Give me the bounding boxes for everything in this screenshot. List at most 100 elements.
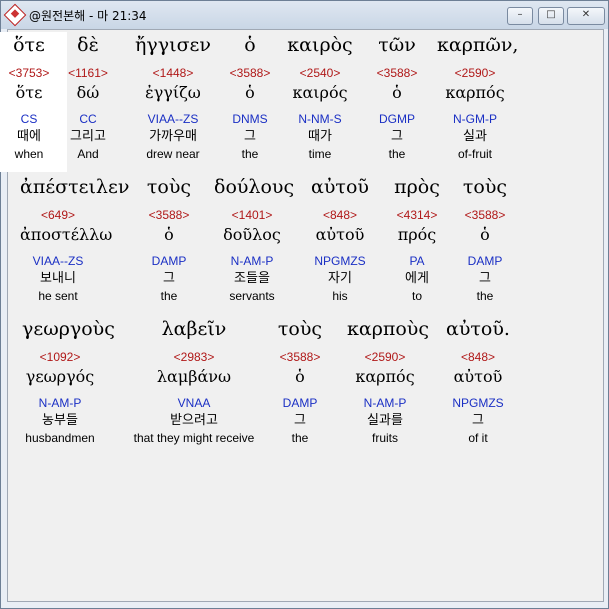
- word-num: <848>: [322, 208, 358, 222]
- window-title: @원전본해 - 마 21:34: [29, 9, 147, 23]
- word-cell[interactable]: ὁ <3588> ὁ DNMS 그 the: [212, 32, 288, 162]
- word-cell[interactable]: καρποὺς <2590> καρπός N-AM-P 실과를 fruits: [347, 316, 429, 446]
- word-lemma: δοῦλος: [223, 225, 281, 244]
- close-button[interactable]: ✕: [567, 7, 605, 25]
- word-parse: N-AM-P: [230, 254, 274, 268]
- word-cell[interactable]: τοὺς <3588> ὁ DAMP 그 the: [262, 316, 338, 446]
- word-eng: And: [77, 147, 99, 161]
- word-eng: the: [388, 147, 406, 161]
- word-parse: N-GM-P: [453, 112, 497, 126]
- word-kor: 실과를: [367, 413, 403, 428]
- word-greek: τοὺς: [462, 176, 508, 198]
- word-kor: 농부들: [42, 413, 78, 428]
- word-greek: αὐτοῦ: [311, 176, 369, 198]
- word-greek: αὐτοῦ.: [446, 318, 510, 340]
- word-greek: τοὺς: [146, 176, 192, 198]
- word-num: <1161>: [68, 66, 108, 80]
- word-cell[interactable]: δούλους <1401> δοῦλος N-AM-P 조들을 servants: [214, 174, 295, 304]
- word-parse: DAMP: [151, 254, 187, 268]
- word-cell[interactable]: αὐτοῦ <848> αὐτοῦ NPGMZS 자기 his: [302, 174, 378, 304]
- word-cell[interactable]: ἤγγισεν <1448> ἐγγίζω VIAA--ZS 가까우매 drew near: [135, 32, 211, 162]
- word-eng: servants: [229, 289, 275, 303]
- word-num: <1448>: [152, 66, 194, 80]
- word-num: <2590>: [364, 350, 406, 364]
- word-eng: he sent: [38, 289, 78, 303]
- word-cell[interactable]: αὐτοῦ. <848> αὐτοῦ NPGMZS 그 of it: [440, 316, 516, 446]
- word-eng: time: [308, 147, 332, 161]
- word-num: <3588>: [464, 208, 506, 222]
- word-lemma: ὁ: [480, 225, 490, 244]
- word-kor: 그: [472, 413, 484, 428]
- word-greek: ἀπέστειλεν: [20, 176, 130, 198]
- word-greek: καιρὸς: [287, 34, 353, 56]
- word-cell[interactable]: καιρὸς <2540> καιρός N-NM-S 때가 time: [282, 32, 358, 162]
- word-eng: his: [332, 289, 348, 303]
- word-cell[interactable]: καρπῶν, <2590> καρπός N-GM-P 실과 of-fruit: [437, 32, 519, 162]
- word-eng: the: [476, 289, 494, 303]
- word-eng: that they might receive: [133, 431, 255, 445]
- word-num: <3588>: [279, 350, 321, 364]
- word-parse: NPGMZS: [452, 396, 504, 410]
- word-num: <2983>: [173, 350, 215, 364]
- word-cell[interactable]: πρὸς <4314> πρός PA 에게 to: [379, 174, 455, 304]
- word-greek: καρπῶν,: [437, 34, 519, 56]
- word-cell[interactable]: λαβεῖν <2983> λαμβάνω VNAA 받으려고 that they mig…: [119, 316, 269, 446]
- word-num: <4314>: [396, 208, 438, 222]
- word-parse: DGMP: [379, 112, 415, 126]
- word-kor: 에게: [405, 271, 429, 286]
- word-kor: 받으려고: [170, 413, 218, 428]
- app-window: @원전본해 - 마 21:34 – □ ✕ ὅτε <3753> ὅτε CS 때에 wh…: [0, 0, 609, 609]
- word-cell[interactable]: τοὺς <3588> ὁ DAMP 그 the: [447, 174, 523, 304]
- word-lemma: καρπός: [355, 367, 415, 386]
- word-kor: 조들을: [234, 271, 270, 286]
- word-parse: VIAA--ZS: [147, 112, 199, 126]
- word-eng: to: [411, 289, 422, 303]
- word-greek: λαβεῖν: [161, 318, 227, 340]
- word-lemma: δώ: [76, 83, 100, 102]
- word-parse: VNAA: [177, 396, 211, 410]
- word-parse: DAMP: [467, 254, 503, 268]
- word-cell[interactable]: γεωργοὺς <1092> γεωργός N-AM-P 농부들 husbandmen: [22, 316, 115, 446]
- word-num: <3588>: [229, 66, 271, 80]
- word-greek: δούλους: [214, 176, 295, 198]
- word-kor: 자기: [328, 271, 352, 286]
- word-lemma: αὐτοῦ: [315, 225, 365, 244]
- word-greek: ἤγγισεν: [135, 34, 211, 56]
- word-kor: 그: [244, 129, 256, 144]
- word-num: <848>: [460, 350, 496, 364]
- word-greek: καρποὺς: [347, 318, 429, 340]
- minimize-button[interactable]: –: [507, 7, 533, 25]
- word-parse: N-NM-S: [298, 112, 342, 126]
- word-num: <2590>: [454, 66, 496, 80]
- word-greek: γεωργοὺς: [22, 318, 115, 340]
- word-eng: of-fruit: [457, 147, 492, 161]
- word-kor: 그리고: [70, 129, 106, 144]
- word-num: <2540>: [299, 66, 341, 80]
- word-kor: 가까우매: [149, 129, 197, 144]
- word-lemma: αὐτοῦ: [453, 367, 503, 386]
- word-num: <3588>: [148, 208, 190, 222]
- word-num: <649>: [40, 208, 76, 222]
- word-kor: 그: [391, 129, 403, 144]
- word-eng: the: [160, 289, 178, 303]
- word-greek: τοὺς: [277, 318, 323, 340]
- maximize-button[interactable]: □: [538, 7, 564, 25]
- word-eng: husbandmen: [25, 431, 95, 445]
- word-greek: πρὸς: [394, 176, 440, 198]
- word-eng: drew near: [146, 147, 200, 161]
- word-lemma: ὁ: [392, 83, 402, 102]
- word-cell[interactable]: δὲ <1161> δώ CC 그리고 And: [50, 32, 126, 162]
- word-cell[interactable]: ἀπέστειλεν <649> ἀποστέλλω VIAA--ZS 보내니 he se…: [20, 174, 130, 304]
- title-bar[interactable]: @원전본해 - 마 21:34 – □ ✕: [1, 1, 608, 29]
- app-logo-icon: [3, 3, 27, 27]
- word-cell[interactable]: τῶν <3588> ὁ DGMP 그 the: [359, 32, 435, 162]
- word-num: <1092>: [39, 350, 81, 364]
- word-parse: DNMS: [232, 112, 268, 126]
- word-lemma: λαμβάνω: [156, 367, 232, 386]
- word-num: <1401>: [231, 208, 273, 222]
- word-lemma: ἀποστέλλω: [20, 225, 113, 244]
- word-kor: 실과: [463, 129, 487, 144]
- word-lemma: ἐγγίζω: [145, 83, 201, 102]
- word-greek: δὲ: [77, 34, 99, 56]
- word-cell[interactable]: τοὺς <3588> ὁ DAMP 그 the: [131, 174, 207, 304]
